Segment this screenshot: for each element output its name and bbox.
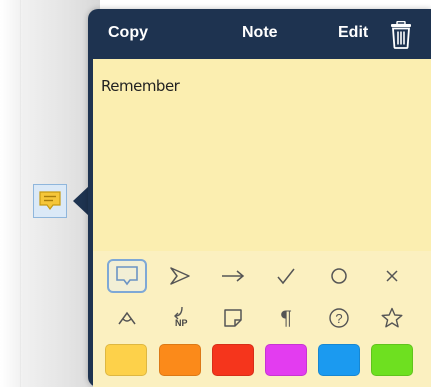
star-icon[interactable]	[372, 301, 412, 335]
color-swatch-orange[interactable]	[159, 344, 201, 376]
edit-button[interactable]: Edit	[338, 24, 368, 42]
document-edge	[20, 0, 21, 387]
help-glyph: ?	[335, 310, 343, 326]
checkmark-icon[interactable]	[266, 259, 306, 293]
right-arrow-icon[interactable]	[213, 259, 253, 293]
trash-icon[interactable]	[389, 20, 413, 49]
note-popover: Copy Note Edit Remember NP ¶ ?	[88, 9, 431, 387]
popover-title: Note	[242, 24, 278, 41]
new-paragraph-icon[interactable]: NP	[160, 301, 200, 335]
color-swatch-magenta[interactable]	[265, 344, 307, 376]
help-icon[interactable]: ?	[319, 301, 359, 335]
color-swatch-red[interactable]	[212, 344, 254, 376]
circle-icon[interactable]	[319, 259, 359, 293]
note-annotation-icon	[39, 191, 61, 210]
copy-button[interactable]: Copy	[108, 24, 148, 42]
popover-header: Copy Note Edit	[88, 9, 431, 59]
note-annotation-marker[interactable]	[33, 184, 67, 218]
pilcrow-icon[interactable]: ¶	[266, 301, 306, 335]
color-swatch-yellow[interactable]	[105, 344, 147, 376]
note-text: Remember	[101, 77, 180, 95]
note-icon-picker: NP ¶ ?	[93, 251, 431, 339]
color-swatch-blue[interactable]	[318, 344, 360, 376]
new-paragraph-label: NP	[175, 318, 188, 328]
color-swatch-green[interactable]	[371, 344, 413, 376]
send-arrow-icon[interactable]	[160, 259, 200, 293]
pilcrow-glyph: ¶	[279, 306, 293, 330]
note-color-picker	[93, 339, 431, 387]
sticky-note-icon[interactable]	[213, 301, 253, 335]
popover-arrow	[73, 186, 89, 216]
comment-icon[interactable]	[107, 259, 147, 293]
note-text-area[interactable]: Remember	[93, 59, 431, 251]
cross-icon[interactable]	[372, 259, 412, 293]
insert-caret-icon[interactable]	[107, 301, 147, 335]
